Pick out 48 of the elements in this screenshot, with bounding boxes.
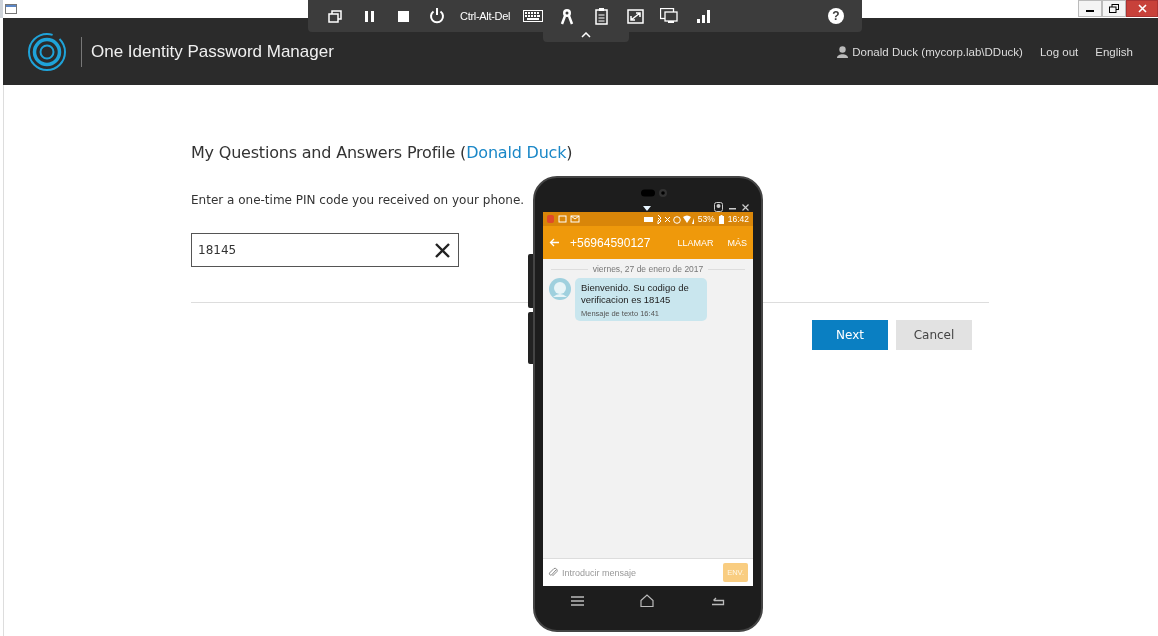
page-heading: My Questions and Answers Profile (Donald Duck)	[191, 143, 574, 162]
language-link[interactable]: English	[1095, 45, 1133, 58]
power-icon[interactable]	[429, 8, 445, 24]
stop-icon[interactable]	[396, 9, 410, 23]
window-icon	[5, 4, 17, 14]
signal-icon[interactable]	[696, 9, 710, 23]
monitors-icon[interactable]	[660, 8, 679, 24]
restore-icon	[1109, 4, 1119, 13]
user-icon	[837, 45, 849, 58]
person-icon[interactable]	[714, 202, 723, 212]
camera-icon	[641, 188, 669, 198]
date-separator: viernes, 27 de enero de 2017	[592, 264, 704, 274]
user-name: Donald Duck (mycorp.lab\DDuck)	[852, 45, 1023, 58]
message-text: Bienvenido. Su codigo de verificacion es 18145	[581, 282, 690, 306]
cancel-button[interactable]: Cancel	[896, 320, 972, 350]
close-icon	[1137, 4, 1147, 13]
app-title: One Identity Password Manager	[91, 41, 334, 62]
minimize-button[interactable]	[1078, 0, 1102, 17]
clear-icon[interactable]	[435, 243, 450, 258]
keyboard-icon[interactable]	[523, 10, 544, 22]
help-button[interactable]: ?	[828, 8, 844, 24]
logout-link[interactable]: Log out	[1039, 45, 1079, 58]
toolbar-pull-tab[interactable]	[543, 32, 629, 42]
windows-icon[interactable]	[328, 9, 342, 23]
restore-button[interactable]	[1102, 0, 1126, 17]
user-link[interactable]: Donald Duck	[466, 143, 567, 162]
return-icon[interactable]	[710, 595, 725, 606]
keys-icon[interactable]	[560, 7, 575, 25]
pause-icon[interactable]	[362, 9, 376, 23]
pin-field[interactable]: 18145	[191, 233, 459, 267]
clock: 16:42	[727, 214, 749, 224]
attachment-icon[interactable]	[548, 567, 558, 578]
avatar-icon	[549, 278, 571, 300]
resize-icon[interactable]	[626, 8, 644, 24]
status-icons	[643, 214, 694, 224]
menu-icon[interactable]	[571, 595, 585, 606]
home-icon[interactable]	[640, 594, 655, 607]
battery-icon	[718, 214, 724, 224]
ctrl-alt-del-button[interactable]: Ctrl-Alt-Del	[454, 0, 517, 32]
close-button[interactable]	[1126, 0, 1158, 17]
battery-level: 53%	[697, 214, 715, 224]
next-button[interactable]: Next	[812, 320, 888, 350]
instruction-text: Enter a one-time PIN code you received on your phone.	[191, 193, 526, 207]
close-icon[interactable]	[742, 203, 749, 211]
clipboard-icon[interactable]	[594, 7, 608, 25]
contact-number: +56964590127	[570, 235, 651, 250]
caret-up-icon	[581, 32, 591, 38]
logo-icon	[27, 31, 67, 72]
